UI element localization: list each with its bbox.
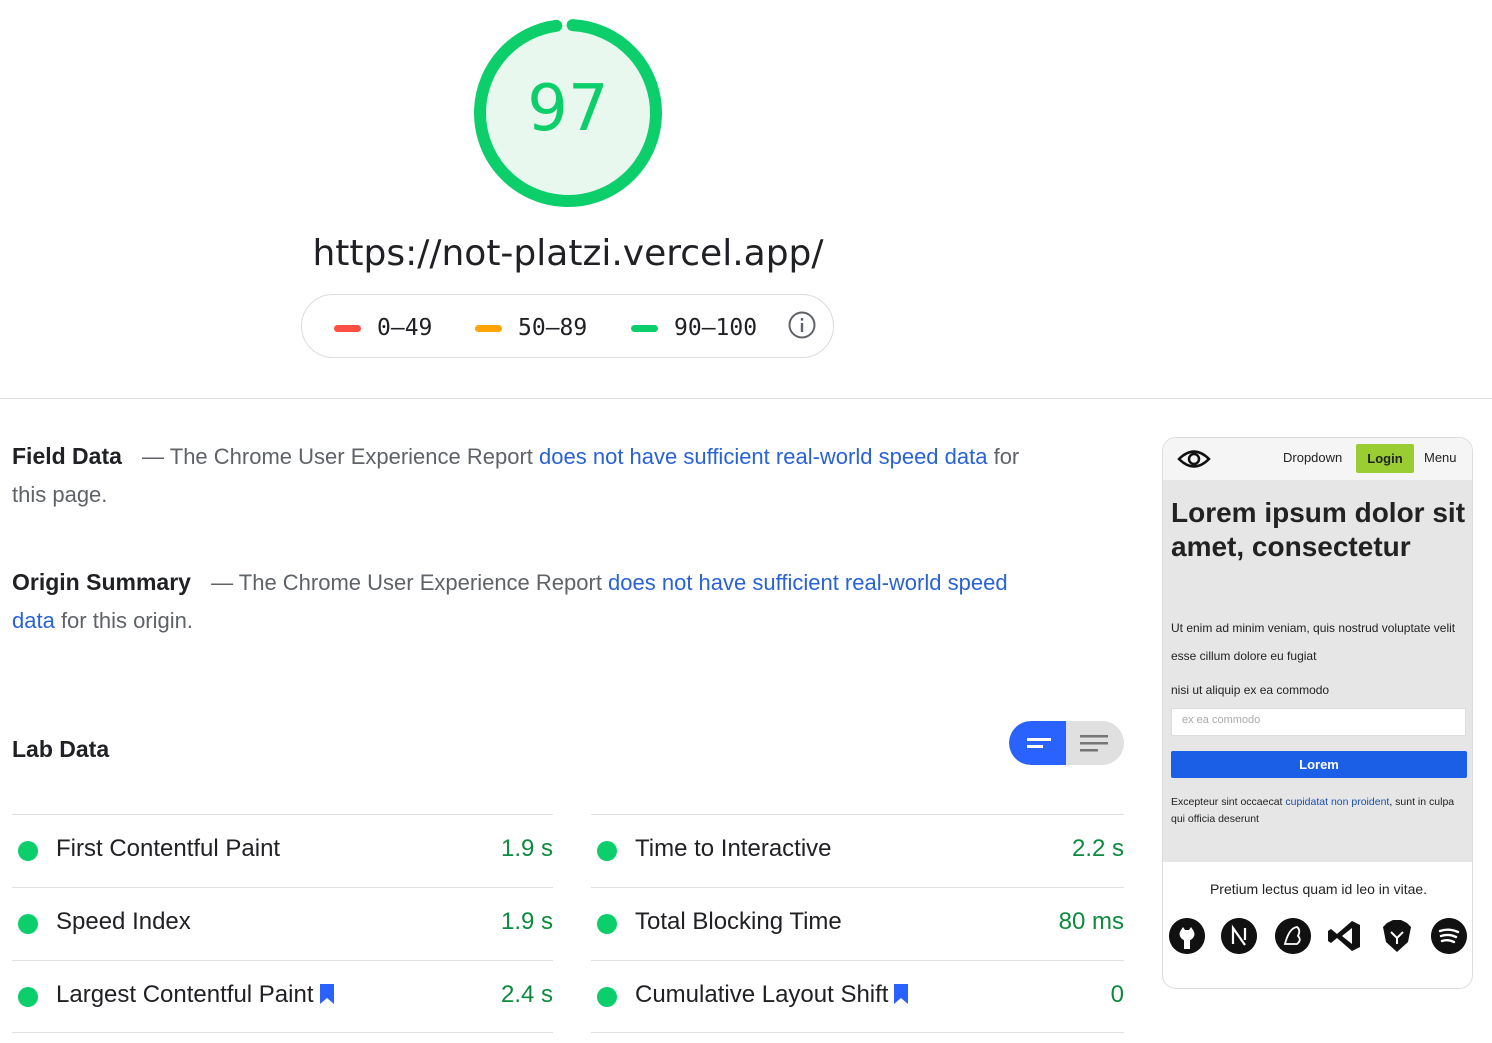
vscode-icon: [1328, 921, 1360, 951]
metric-row: First Contentful Paint 1.9 s: [12, 814, 553, 887]
thumb-heading: Lorem ipsum dolor sit amet, consectetur: [1171, 497, 1466, 562]
lab-data-title: Lab Data: [12, 736, 110, 762]
page-url: https://not-platzi.vercel.app/: [312, 233, 824, 274]
thumb-paragraph: Ut enim ad minim veniam, quis nostrud vo…: [1171, 621, 1456, 663]
list-view-icon: [1080, 735, 1108, 752]
origin-summary-pre: — The Chrome User Experience Report: [211, 570, 609, 595]
metric-label: Total Blocking Time: [635, 908, 842, 935]
thumb-navbar: Dropdown Login Menu: [1163, 438, 1472, 480]
metric-value: 80 ms: [1058, 908, 1124, 935]
metric-row: Time to Interactive 2.2 s: [591, 814, 1124, 887]
metric-label: Largest Contentful Paint: [56, 981, 314, 1008]
pass-dot-icon: [597, 987, 617, 1007]
legend-item-average: 50–89: [475, 315, 587, 341]
list-view-button[interactable]: [1066, 721, 1124, 765]
thumb-menu: Menu: [1424, 450, 1457, 465]
thumb-p3-link: cupidatat non proident: [1285, 796, 1390, 808]
thumb-input: ex ea commodo: [1171, 708, 1466, 736]
row-divider: [12, 1032, 553, 1033]
page-screenshot-thumbnail: Dropdown Login Menu Lorem ipsum dolor si…: [1162, 437, 1473, 989]
thumb-paragraph: Excepteur sint occaecat cupidatat non pr…: [1171, 794, 1467, 828]
field-data-section: Field Data — The Chrome User Experience …: [12, 437, 1022, 514]
performance-score: 97: [527, 72, 609, 146]
pass-dot-icon: [18, 987, 38, 1007]
legend-swatch: [631, 325, 658, 332]
pass-dot-icon: [597, 841, 617, 861]
metric-row: Speed Index 1.9 s: [12, 887, 553, 960]
summary-view-button[interactable]: [1009, 721, 1066, 765]
thumb-button: Lorem: [1171, 751, 1467, 778]
thumb-p3-pre: Excepteur sint occaecat: [1171, 796, 1286, 808]
legend-label: 90–100: [674, 315, 758, 341]
origin-summary-section: Origin Summary — The Chrome User Experie…: [12, 563, 1012, 640]
metric-value: 1.9 s: [500, 908, 553, 935]
field-data-pre: — The Chrome User Experience Report: [142, 444, 540, 469]
metric-label: Cumulative Layout Shift: [635, 981, 889, 1008]
metric-value: 1.9 s: [500, 835, 553, 862]
pass-dot-icon: [18, 841, 38, 861]
thumb-login: Login: [1356, 444, 1414, 473]
metric-label: Time to Interactive: [635, 835, 832, 862]
legend-label: 0–49: [377, 315, 433, 341]
view-toggle[interactable]: [1009, 721, 1124, 765]
metric-row: Largest Contentful Paint 2.4 s: [12, 960, 553, 1033]
thumb-hero: Lorem ipsum dolor sit amet, consectetur …: [1163, 480, 1472, 862]
nextjs-icon: [1221, 918, 1257, 954]
metric-label-wrap: Cumulative Layout Shift: [635, 981, 909, 1009]
origin-summary-title: Origin Summary: [12, 569, 191, 595]
legend-swatch: [475, 325, 502, 332]
logo-icon: [1275, 918, 1311, 954]
spotify-icon: [1431, 918, 1467, 954]
thumb-footer-text: Pretium lectus quam id leo in vitae.: [1209, 881, 1428, 897]
legend-label: 50–89: [518, 315, 588, 341]
summary-view-icon: [1027, 738, 1051, 748]
metric-label: First Contentful Paint: [56, 835, 281, 862]
metric-value: 0: [1110, 981, 1124, 1008]
field-data-title: Field Data: [12, 443, 122, 469]
thumb-paragraph: nisi ut aliquip ex ea commodo: [1171, 683, 1330, 697]
field-data-link[interactable]: does not have sufficient real-world spee…: [539, 444, 987, 469]
info-icon[interactable]: [788, 311, 816, 339]
metric-value: 2.2 s: [1071, 835, 1124, 862]
github-icon: [1169, 918, 1205, 954]
legend-item-good: 90–100: [631, 315, 757, 341]
bookmark-icon: [319, 984, 334, 1004]
legend-swatch: [334, 325, 361, 332]
pass-dot-icon: [18, 914, 38, 934]
bookmark-icon: [894, 984, 909, 1004]
metric-label: Speed Index: [56, 908, 191, 935]
brave-icon: [1383, 920, 1411, 952]
row-divider: [591, 1032, 1124, 1033]
metric-row: Total Blocking Time 80 ms: [591, 887, 1124, 960]
metric-value: 2.4 s: [500, 981, 553, 1008]
eye-icon: [1177, 450, 1211, 468]
metric-row: Cumulative Layout Shift 0: [591, 960, 1124, 1033]
section-divider: [0, 398, 1492, 399]
legend-item-poor: 0–49: [334, 315, 432, 341]
origin-summary-post: for this origin.: [54, 608, 193, 633]
score-legend: 0–49 50–89 90–100: [301, 294, 834, 358]
pass-dot-icon: [597, 914, 617, 934]
thumb-dropdown: Dropdown: [1283, 450, 1343, 465]
metric-label-wrap: Largest Contentful Paint: [56, 981, 334, 1009]
